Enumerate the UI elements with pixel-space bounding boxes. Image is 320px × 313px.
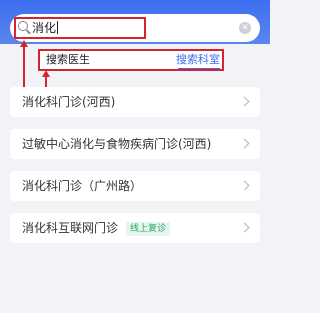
list-item[interactable]: 消化科门诊(河西): [10, 87, 260, 117]
online-followup-badge: 线上复诊: [126, 222, 171, 236]
list-item[interactable]: 过敏中心消化与食物疾病门诊(河西): [10, 129, 260, 159]
annotation-arrow-head-tabs: [42, 70, 50, 77]
list-item-label: 消化科互联网门诊: [22, 221, 119, 235]
annotation-box-search: [14, 17, 146, 39]
list-item[interactable]: 消化科互联网门诊 线上复诊: [10, 213, 260, 243]
list-item-label: 过敏中心消化与食物疾病门诊(河西): [22, 137, 212, 151]
chevron-right-icon: [239, 96, 250, 107]
list-item-label-wrap: 消化科互联网门诊 线上复诊: [22, 220, 171, 236]
chevron-right-icon: [239, 138, 250, 149]
chevron-right-icon: [239, 180, 250, 191]
list-item-label: 消化科门诊(河西): [22, 95, 116, 109]
list-item-label: 消化科门诊（广州路）: [22, 179, 143, 193]
chevron-right-icon: [239, 222, 250, 233]
annotation-arrow-head-search: [20, 40, 28, 47]
list-item[interactable]: 消化科门诊（广州路）: [10, 171, 260, 201]
annotation-box-tabs: [38, 49, 224, 71]
clear-icon[interactable]: ✕: [239, 22, 251, 34]
